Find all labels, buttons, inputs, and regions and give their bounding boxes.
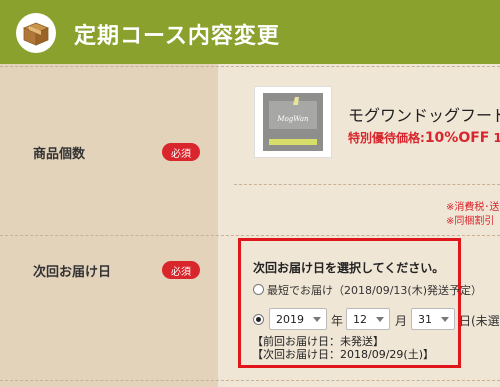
year-unit: 年 (331, 314, 344, 328)
day-select[interactable]: 31 (411, 308, 455, 330)
price-prefix: 特別優待価格: (348, 131, 425, 145)
product-image: MogWan (254, 86, 332, 158)
earliest-delivery-label[interactable]: 最短でお届け（2018/09/13(木)発送予定） (267, 282, 482, 298)
quantity-label: 商品個数 (33, 147, 86, 162)
month-unit: 月 (395, 314, 408, 328)
specify-date-radio[interactable] (253, 314, 264, 325)
row-separator (0, 66, 500, 67)
required-badge: 必須 (162, 261, 200, 279)
header-bar: 定期コース内容変更 (0, 0, 500, 64)
chevron-down-icon (376, 317, 384, 322)
tax-note: ※消費税･送 (446, 202, 500, 213)
price-suffix: 1個 (493, 131, 500, 145)
delivery-date-label: 次回お届け日 (33, 265, 112, 280)
chevron-down-icon (441, 317, 449, 322)
inner-separator (234, 184, 500, 185)
row-separator (0, 235, 500, 236)
product-name: モグワンドッグフード 通 (348, 102, 500, 126)
year-value: 2019 (276, 312, 304, 326)
required-badge: 必須 (162, 143, 200, 161)
delivery-instruction: 次回お届け日を選択してください。 (253, 261, 445, 275)
month-value: 12 (353, 312, 367, 326)
earliest-delivery-radio[interactable] (253, 284, 264, 295)
next-delivery-info: 【次回お届け日：2018/09/29(土)】 (252, 348, 434, 361)
row-separator (0, 380, 500, 381)
page-title: 定期コース内容変更 (74, 24, 280, 49)
day-unit: 日(未選 (459, 314, 500, 328)
year-select[interactable]: 2019 (269, 308, 327, 330)
svg-text:MogWan: MogWan (276, 115, 309, 123)
day-value: 31 (418, 312, 432, 326)
month-select[interactable]: 12 (346, 308, 390, 330)
product-name-text: モグワンドッグフード (348, 106, 500, 125)
cardboard-box-icon (16, 13, 56, 53)
label-column (0, 64, 218, 387)
price-line: 特別優待価格:10%OFF 1個 (348, 129, 500, 146)
bundle-discount-note: ※同梱割引 (446, 216, 495, 227)
price-discount: 10%OFF (424, 130, 490, 146)
chevron-down-icon (313, 317, 321, 322)
